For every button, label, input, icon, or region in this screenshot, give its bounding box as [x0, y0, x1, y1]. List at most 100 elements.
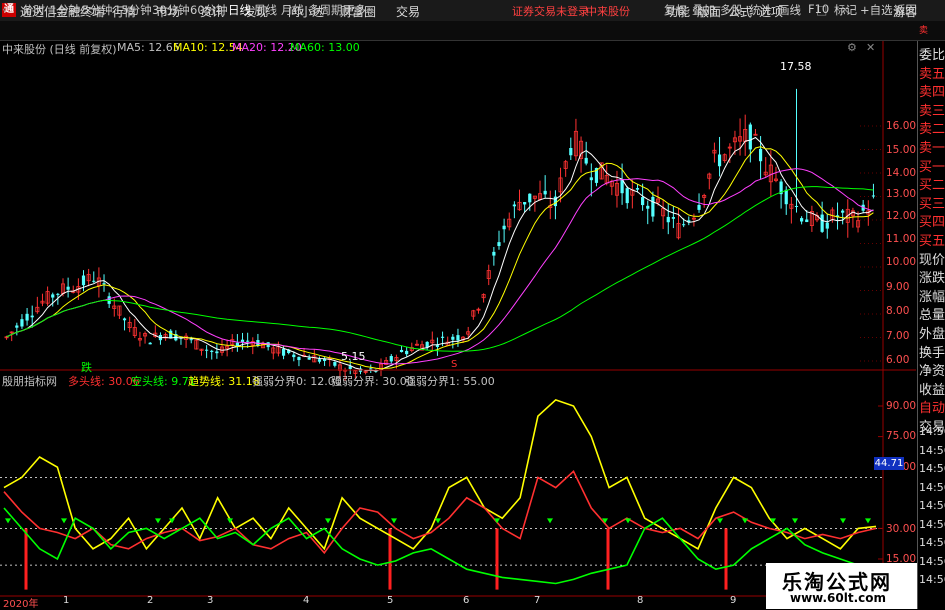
side-item[interactable]: 净资 — [919, 360, 945, 379]
candle-body — [625, 188, 629, 204]
candle-body — [523, 202, 527, 205]
x-tick-year: 2020年 — [3, 599, 39, 610]
side-item[interactable]: 外盘 — [919, 323, 945, 342]
ind-y-tick: 75.00 — [886, 430, 917, 442]
side-item[interactable]: 总量 — [919, 304, 945, 323]
side-item[interactable]: 卖三 — [919, 100, 945, 119]
signal-bar — [495, 528, 499, 590]
candle-body — [30, 315, 34, 318]
bound0-label: 强弱分界0: 12.00 — [252, 375, 342, 388]
side-item[interactable]: 卖四 — [919, 81, 945, 100]
low-price-label: 5.15 — [341, 350, 366, 363]
bound1-label: 强弱分界1: 55.00 — [405, 375, 495, 388]
candle-body — [435, 345, 440, 347]
candle-body — [871, 195, 876, 197]
candle-body — [748, 124, 752, 150]
candle-body — [682, 224, 686, 226]
main-chart[interactable] — [0, 0, 945, 609]
x-tick: 4 — [303, 595, 310, 606]
candle-body — [841, 210, 845, 213]
signal-bar — [724, 528, 728, 590]
candle-body — [784, 189, 788, 205]
candle-body — [292, 354, 296, 358]
ma60-line — [6, 186, 874, 352]
candle-body — [210, 350, 214, 352]
cursor-value-label: 44.71 — [874, 457, 904, 470]
side-item[interactable]: 买一 — [919, 156, 945, 175]
y-tick: 8.00 — [886, 305, 910, 317]
side-item[interactable]: 涨幅 — [919, 286, 945, 305]
candle-body — [92, 280, 96, 282]
side-item[interactable]: 买二 — [919, 174, 945, 193]
buy-arrow-icon — [391, 518, 397, 524]
candle-body — [297, 356, 301, 361]
side-item[interactable]: 买三 — [919, 193, 945, 212]
buy-arrow-icon — [742, 518, 748, 524]
buy-arrow-icon — [325, 518, 331, 524]
side-marker: 卖 — [919, 26, 929, 36]
candle-body — [405, 350, 409, 355]
y-tick: 9.00 — [886, 281, 910, 293]
buy-arrow-icon — [61, 518, 67, 524]
side-item[interactable]: 收益 — [919, 379, 945, 398]
buy-arrow-icon — [155, 518, 161, 524]
signal-bar — [388, 528, 392, 590]
side-item[interactable]: 买四 — [919, 211, 945, 230]
candle-body — [122, 318, 127, 321]
trend-line-label: 趋势线: 31.18 — [188, 375, 260, 388]
candle-body — [671, 217, 675, 219]
buy-arrow-icon — [435, 518, 441, 524]
candle-body — [333, 362, 337, 366]
side-item[interactable]: 委比 — [919, 44, 945, 63]
candle-body — [646, 205, 650, 209]
long-line-label: 多头线: 30.06 — [68, 375, 140, 388]
x-tick: 3 — [207, 595, 214, 606]
candle-body — [543, 190, 547, 195]
side-item[interactable]: 涨跌 — [919, 267, 945, 286]
candle-body — [569, 148, 573, 156]
candle-body — [820, 214, 824, 232]
buy-arrow-icon — [5, 518, 11, 524]
candle-body — [169, 330, 173, 339]
side-item[interactable]: 卖二 — [919, 118, 945, 137]
side-item[interactable]: 买五 — [919, 230, 945, 249]
x-tick: 5 — [387, 595, 394, 606]
ind-y-tick: 30.00 — [886, 523, 917, 535]
candle-body — [456, 335, 460, 341]
side-item[interactable]: 现价 — [919, 249, 945, 268]
candle-body — [399, 349, 404, 353]
side-item[interactable]: 换手 — [919, 342, 945, 361]
side-item[interactable]: 自动 — [919, 397, 945, 416]
candle-body — [215, 351, 219, 354]
candle-body — [51, 294, 55, 298]
high-price-label: 17.58 — [780, 60, 812, 73]
side-item[interactable]: 卖一 — [919, 137, 945, 156]
indicator-title: 殷朋指标网 — [2, 375, 57, 388]
candle-body — [589, 177, 593, 181]
y-tick: 12.00 — [886, 210, 917, 222]
candle-body — [451, 336, 455, 340]
side-item[interactable]: 卖五 — [919, 63, 945, 82]
candle-body — [307, 357, 311, 360]
candle-body — [584, 157, 588, 164]
candle-body — [805, 219, 809, 223]
candle-body — [697, 204, 701, 210]
y-tick: 6.00 — [886, 354, 910, 366]
x-tick: 7 — [534, 595, 541, 606]
candle-body — [317, 359, 322, 362]
y-tick: 10.00 — [886, 256, 917, 268]
y-tick: 7.00 — [886, 330, 910, 342]
short-line-label: 空头线: 9.71 — [131, 375, 196, 388]
y-tick: 13.00 — [886, 188, 917, 200]
candle-body — [102, 283, 106, 285]
candle-body — [758, 148, 763, 162]
x-tick: 6 — [463, 595, 470, 606]
candle-body — [369, 368, 373, 370]
candle-body — [246, 340, 250, 342]
candle-body — [440, 336, 445, 338]
candle-body — [189, 339, 193, 341]
signal-bar — [606, 528, 610, 590]
x-tick: 9 — [730, 595, 737, 606]
x-tick: 8 — [637, 595, 644, 606]
bound-label: 强弱分界: 30.00 — [331, 375, 414, 388]
